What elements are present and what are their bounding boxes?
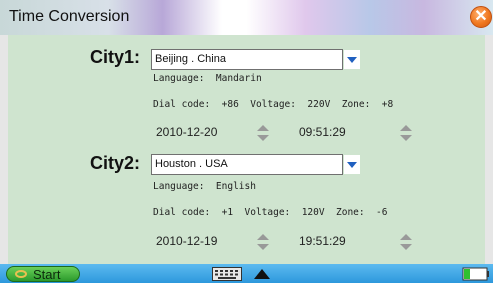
city2-time[interactable]: 19:51:29	[299, 234, 346, 248]
right-border	[485, 35, 493, 264]
time-conversion-window: Time Conversion ✕ City1: Beijing . China…	[0, 0, 493, 283]
city2-date[interactable]: 2010-12-19	[156, 234, 217, 248]
start-button[interactable]: Start	[6, 266, 80, 282]
left-border	[0, 35, 8, 264]
city1-time[interactable]: 09:51:29	[299, 125, 346, 139]
window-title: Time Conversion	[9, 8, 130, 25]
keyboard-icon[interactable]	[212, 267, 242, 281]
chevron-down-icon[interactable]	[344, 155, 360, 174]
city1-select-value: Beijing . China	[155, 53, 226, 65]
close-x-icon: ✕	[474, 8, 488, 25]
city1-date-spinner-icon[interactable]	[256, 124, 270, 142]
city2-date-spinner-icon[interactable]	[256, 233, 270, 251]
city1-select[interactable]: Beijing . China	[151, 49, 360, 70]
city1-time-spinner-icon[interactable]	[399, 124, 413, 142]
city1-label: City1:	[90, 47, 141, 67]
city2-info: Dial code: +1 Voltage: 120V Zone: -6	[153, 207, 388, 218]
city1-date[interactable]: 2010-12-20	[156, 125, 217, 139]
chevron-down-icon[interactable]	[344, 50, 360, 69]
content-area: City1: Beijing . China Language: Mandari…	[8, 35, 485, 264]
start-label: Start	[33, 267, 61, 282]
close-button[interactable]: ✕	[470, 6, 492, 28]
city1-language: Language: Mandarin	[153, 73, 262, 84]
city2-language: Language: English	[153, 181, 256, 192]
city2-time-spinner-icon[interactable]	[399, 233, 413, 251]
title-bar: Time Conversion ✕	[0, 0, 493, 35]
city1-info: Dial code: +86 Voltage: 220V Zone: +8	[153, 99, 394, 110]
city2-label: City2:	[90, 153, 141, 173]
city2-select-value: Houston . USA	[155, 158, 228, 170]
start-logo-icon	[15, 270, 27, 278]
battery-icon	[462, 267, 489, 281]
taskbar: Start	[0, 264, 493, 283]
triangle-up-icon[interactable]	[252, 267, 272, 281]
city2-select[interactable]: Houston . USA	[151, 154, 360, 175]
